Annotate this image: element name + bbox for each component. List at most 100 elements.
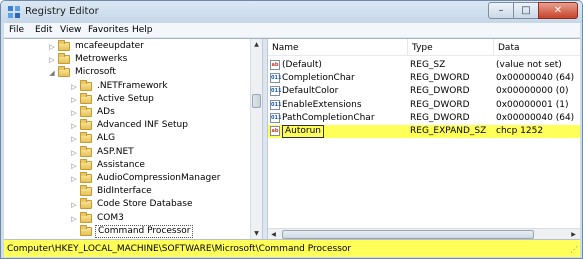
value-type: REG_DWORD	[410, 73, 470, 84]
collapsed-arrow-icon[interactable]: ▷	[70, 147, 78, 157]
string-value-icon: ab	[270, 60, 280, 70]
collapsed-arrow-icon[interactable]: ▷	[70, 107, 78, 117]
string-value-icon: ab	[270, 126, 280, 136]
menu-help[interactable]: Help	[132, 25, 153, 35]
collapsed-arrow-icon[interactable]: ▷	[70, 133, 78, 143]
tree-item[interactable]: ▷ AudioCompressionManager	[4, 172, 250, 185]
folder-icon	[80, 92, 92, 104]
value-name: CompletionChar	[282, 73, 355, 84]
folder-icon	[80, 79, 92, 91]
collapsed-arrow-icon[interactable]: ▷	[70, 199, 78, 209]
tree-item[interactable]: Command Processor	[4, 224, 250, 238]
tree-item[interactable]: ▷ Active Setup	[4, 92, 250, 106]
tree-item[interactable]: ▷ COM3	[4, 211, 250, 225]
minimize-button[interactable]: –	[488, 2, 514, 19]
collapsed-arrow-icon[interactable]: ▷	[70, 120, 78, 130]
value-row[interactable]: 011 EnableExtensions REG_DWORD 0x00000001 (…	[268, 99, 580, 112]
tree-item-label: Advanced INF Setup	[97, 120, 188, 131]
maximize-button[interactable]: □	[513, 2, 539, 19]
close-button[interactable]: ✕	[538, 2, 578, 19]
collapsed-arrow-icon[interactable]: ▷	[48, 41, 56, 51]
registry-editor-icon	[8, 6, 20, 18]
status-bar: Computer\HKEY_LOCAL_MACHINE\SOFTWARE\Mic…	[4, 239, 580, 257]
value-row[interactable]: ab Autorun REG_EXPAND_SZ chcp 1252	[268, 125, 580, 138]
binary-value-icon: 011	[270, 73, 282, 84]
tree-item-label: AudioCompressionManager	[97, 173, 221, 183]
collapsed-arrow-icon[interactable]: ▷	[70, 81, 78, 91]
collapsed-arrow-icon[interactable]: ▷	[70, 213, 78, 223]
value-row[interactable]: 011 CompletionChar REG_DWORD 0x00000040 (64…	[268, 72, 580, 85]
scroll-up-arrow-icon[interactable]: ▲	[251, 39, 262, 50]
column-header-data[interactable]: Data	[494, 39, 580, 55]
tree-item-label: .NETFramework	[97, 80, 168, 91]
folder-icon	[80, 132, 92, 144]
list-scroll-thumb[interactable]	[282, 230, 534, 239]
tree-item[interactable]: ▷ mcafeeupdater	[4, 40, 250, 53]
column-header-name[interactable]: Name	[268, 39, 408, 55]
tree-item-label: mcafeeupdater	[75, 41, 144, 51]
tree-item-label: COM3	[97, 212, 124, 223]
collapsed-arrow-icon[interactable]: ▷	[48, 54, 56, 64]
value-row[interactable]: ab (Default) REG_SZ (value not set)	[268, 59, 580, 72]
tree-item[interactable]: ▷ Advanced INF Setup	[4, 119, 250, 132]
tree-scroll-thumb[interactable]	[252, 94, 261, 108]
value-name: EnableExtensions	[282, 99, 362, 110]
tree-item-label: ADs	[97, 107, 115, 117]
value-type: REG_DWORD	[410, 112, 470, 123]
value-row[interactable]: 011 DefaultColor REG_DWORD 0x00000000 (0)	[268, 85, 580, 98]
value-name: DefaultColor	[282, 86, 339, 97]
collapsed-arrow-icon[interactable]: ▷	[70, 160, 78, 170]
value-name: PathCompletionChar	[282, 112, 375, 123]
tree-item-label: ALG	[97, 133, 116, 144]
content-panes: ▷ mcafeeupdater ▷ Metrowerks ◢ Microsoft ▷ .NET…	[4, 38, 580, 240]
resize-grip-icon[interactable]: ⋰	[568, 245, 578, 255]
tree-item[interactable]: ▷ ADs	[4, 106, 250, 119]
folder-icon	[80, 106, 92, 117]
tree-item[interactable]: ▷ ASP.NET	[4, 145, 250, 159]
tree-vertical-scrollbar[interactable]: ▲ ▼	[250, 39, 262, 240]
menu-bar: File Edit View Favorites Help	[4, 23, 580, 38]
folder-icon	[80, 185, 92, 197]
tree-item[interactable]: ▷ .NETFramework	[4, 79, 250, 93]
value-data: 0x00000000 (0)	[496, 86, 569, 97]
expanded-arrow-icon[interactable]: ◢	[48, 67, 56, 77]
tree-item[interactable]: ▷ Assistance	[4, 158, 250, 172]
value-name: (Default)	[282, 60, 322, 70]
folder-icon	[80, 158, 92, 170]
title-bar[interactable]: Registry Editor – □ ✕	[1, 1, 582, 23]
tree-item-label: Metrowerks	[75, 54, 128, 65]
tree-item-label: Active Setup	[97, 93, 154, 104]
tree-item[interactable]: ▷ Code Store Database	[4, 198, 250, 211]
tree-item-label: Microsoft	[75, 67, 116, 78]
value-data: 0x00000040 (64)	[496, 73, 575, 84]
folder-icon	[80, 211, 92, 223]
value-data: chcp 1252	[496, 126, 544, 136]
tree-item[interactable]: ◢ Microsoft	[4, 66, 250, 79]
menu-file[interactable]: File	[9, 25, 24, 35]
binary-value-icon: 011	[270, 112, 282, 123]
tree-item[interactable]: ▷ ALG	[4, 132, 250, 145]
value-row[interactable]: 011 PathCompletionChar REG_DWORD 0x00000040…	[268, 112, 580, 125]
menu-view[interactable]: View	[60, 25, 81, 35]
folder-icon	[80, 119, 92, 131]
value-data: (value not set)	[496, 60, 562, 70]
folder-icon	[58, 53, 70, 65]
registry-editor-window: Registry Editor – □ ✕ File Edit View Fav…	[0, 0, 583, 259]
tree-item[interactable]: ▷ Metrowerks	[4, 53, 250, 66]
value-type: REG_DWORD	[410, 86, 470, 97]
menu-edit[interactable]: Edit	[35, 25, 52, 35]
tree-item-label: Command Processor	[95, 224, 194, 238]
folder-icon	[80, 224, 92, 236]
binary-value-icon: 011	[270, 99, 282, 110]
value-type: REG_SZ	[410, 60, 446, 70]
folder-icon	[58, 40, 70, 51]
column-header-type[interactable]: Type	[408, 39, 494, 55]
scroll-down-arrow-icon[interactable]: ▼	[251, 228, 262, 239]
folder-icon	[80, 172, 92, 183]
menu-favorites[interactable]: Favorites	[88, 25, 129, 35]
tree-item[interactable]: BidInterface	[4, 185, 250, 198]
collapsed-arrow-icon[interactable]: ▷	[70, 173, 78, 183]
binary-value-icon: 011	[270, 86, 282, 97]
collapsed-arrow-icon[interactable]: ▷	[70, 94, 78, 104]
tree-item-label: ASP.NET	[97, 146, 134, 157]
